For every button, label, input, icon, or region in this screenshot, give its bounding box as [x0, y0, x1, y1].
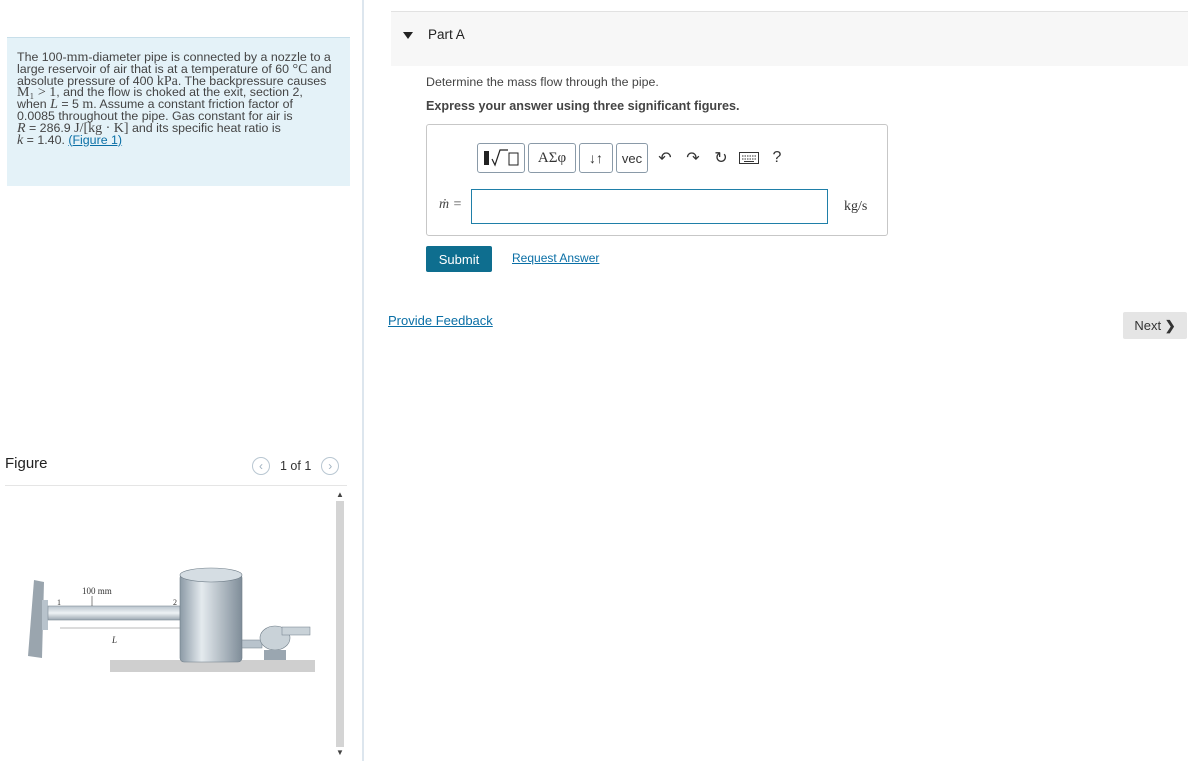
keyboard-icon[interactable]	[735, 143, 763, 173]
part-header[interactable]: Part A	[391, 11, 1188, 66]
figure-title: Figure	[5, 455, 48, 472]
vector-button[interactable]: vec	[616, 143, 648, 173]
reset-icon[interactable]: ↻	[707, 143, 735, 173]
part-title: Part A	[428, 27, 465, 42]
submit-button[interactable]: Submit	[426, 246, 492, 272]
pipe	[47, 605, 181, 621]
undo-icon[interactable]: ↶	[651, 143, 679, 173]
redo-icon[interactable]: ↷	[679, 143, 707, 173]
svg-text:2: 2	[173, 598, 177, 607]
outlet	[241, 639, 263, 649]
sort-arrows-button[interactable]: ↓↑	[579, 143, 613, 173]
templates-button[interactable]	[477, 143, 525, 173]
svg-text:1: 1	[57, 598, 61, 607]
request-answer-link[interactable]: Request Answer	[512, 251, 599, 265]
figure-page-indicator: 1 of 1	[280, 459, 312, 473]
flange	[42, 600, 48, 630]
figure-scrollbar[interactable]: ▲ ▼	[334, 490, 346, 761]
collapse-triangle-icon[interactable]	[403, 32, 413, 39]
figure-diagram: 100 mm 1 2 L	[28, 567, 315, 672]
right-panel: Part A Determine the mass flow through t…	[364, 0, 1200, 761]
greek-symbols-button[interactable]: ΑΣφ	[528, 143, 576, 173]
question-text: Determine the mass flow through the pipe…	[426, 75, 659, 89]
templates-icon	[484, 149, 519, 167]
dim-label: 100 mm	[82, 586, 112, 596]
unit-label: kg/s	[844, 199, 868, 214]
figure-divider	[5, 485, 347, 486]
provide-feedback-link[interactable]: Provide Feedback	[388, 313, 493, 328]
tank	[179, 573, 243, 663]
problem-statement: The 100-mm-diameter pipe is connected by…	[7, 37, 350, 186]
prev-figure-button[interactable]: ‹	[252, 457, 270, 475]
mass-flow-variable-label: ṁ =	[439, 197, 463, 212]
answer-box: ΑΣφ ↓↑ vec ↶ ↷ ↻ ? ṁ = kg/s	[426, 124, 888, 236]
instruction-text: Express your answer using three signific…	[426, 99, 740, 113]
next-button[interactable]: Next ❯	[1123, 312, 1187, 339]
wall	[28, 580, 44, 658]
next-figure-button[interactable]: ›	[321, 457, 340, 475]
left-panel: The 100-mm-diameter pipe is connected by…	[0, 0, 363, 761]
svg-text:L: L	[111, 635, 117, 645]
answer-input[interactable]	[471, 189, 828, 224]
help-icon[interactable]: ?	[763, 143, 791, 173]
figure-link[interactable]: (Figure 1)	[68, 133, 122, 147]
next-label: Next	[1134, 318, 1162, 333]
math-toolbar: ΑΣφ ↓↑ vec ↶ ↷ ↻ ?	[477, 143, 791, 173]
chevron-right-icon: ❯	[1164, 317, 1176, 333]
figure-pager: ‹ 1 of 1 ›	[252, 457, 340, 475]
